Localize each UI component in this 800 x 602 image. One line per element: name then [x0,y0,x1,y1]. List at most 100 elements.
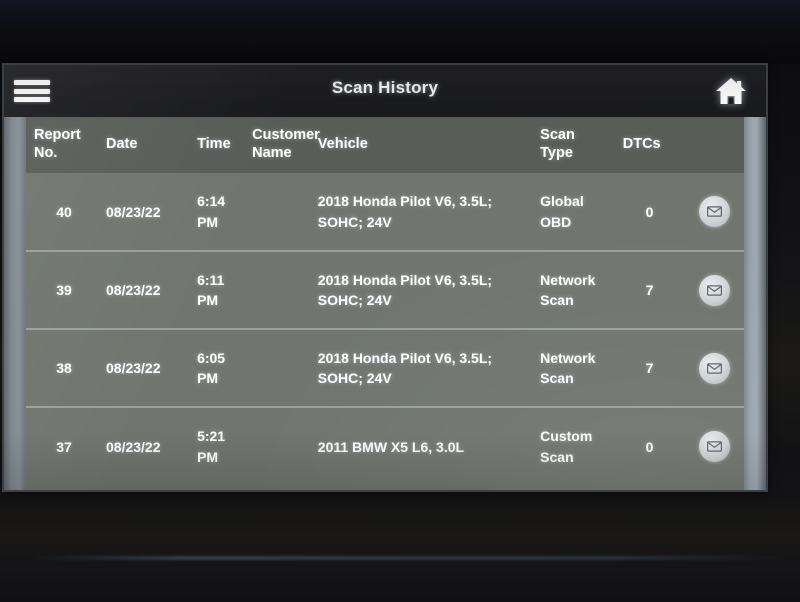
cell-time: 5:21 PM [189,406,245,486]
column-header-report-no[interactable]: Report No. [26,117,98,174]
cell-scan-type: Custom Scan [532,406,615,486]
scan-type-line2: Scan [540,448,574,465]
time-value-line1: 6:05 [197,349,226,366]
header-customer-line2: Name [252,145,292,162]
header-dtcs: DTCs [622,136,661,153]
dtcs-value: 0 [645,438,654,455]
scan-type-line2: Scan [540,370,574,387]
vehicle-value-line1: 2018 Honda Pilot V6, 3.5L; [317,349,493,366]
date-value: 08/23/22 [106,438,161,455]
table-header-row: Report No. Date Time Customer Name Vehic [26,117,744,174]
home-icon[interactable] [714,75,748,107]
vehicle-value-line2: SOHC; 24V [317,213,392,230]
report-no-value: 40 [56,203,72,220]
bezel-highlight-line [30,556,790,560]
time-value-line2: PM [197,370,219,387]
cell-report-no: 37 [26,406,98,486]
cell-report-no: 39 [26,250,98,330]
cell-report-no: 40 [26,173,98,251]
vehicle-value-line2: SOHC; 24V [317,292,392,309]
scan-type-line1: Global [540,193,584,210]
cell-date: 08/23/22 [98,173,189,251]
cell-action[interactable] [680,328,744,408]
scan-history-table: Report No. Date Time Customer Name Vehic [26,117,744,486]
scan-type-line1: Network [540,271,596,288]
vehicle-value-line1: 2011 BMW X5 L6, 3.0L [317,438,465,455]
bezel-top [0,0,800,64]
cell-scan-type: Network Scan [532,328,615,408]
vehicle-value-line2: SOHC; 24V [317,370,392,387]
report-no-value: 37 [56,438,72,455]
table-row[interactable]: 38 08/23/22 6:05 PM 2018 Honda Pilot V6, 3.5… [26,328,744,408]
vehicle-value-line1: 2018 Honda Pilot V6, 3.5L; [317,271,493,288]
cell-time: 6:14 PM [189,173,244,251]
cell-action[interactable] [680,406,744,486]
header-scan-type-line2: Type [540,145,573,162]
scan-type-line2: OBD [540,213,572,230]
dtcs-value: 0 [645,203,654,220]
column-header-action [680,117,744,174]
cell-dtcs: 7 [614,328,681,408]
vertical-scrollbar[interactable] [744,117,766,490]
table-row[interactable]: 37 08/23/22 5:21 PM 2011 BMW X5 L6, 3.0L Cust… [26,406,744,486]
header-report-line2: No. [34,145,58,162]
table-row[interactable]: 40 08/23/22 6:14 PM 2018 Honda Pilot V6, 3.5… [26,173,744,252]
header-scan-type-line1: Scan [540,127,575,143]
column-header-scan-type[interactable]: Scan Type [532,117,615,174]
time-value-line1: 5:21 [197,428,226,445]
cell-time: 6:11 PM [189,250,245,330]
header-report-line1: Report [34,127,81,143]
page-title: Scan History [331,78,439,97]
time-value-line1: 6:14 [197,193,226,210]
bezel-bottom [0,492,800,602]
cell-vehicle: 2018 Honda Pilot V6, 3.5L; SOHC; 24V [309,328,533,408]
report-no-value: 38 [56,360,72,377]
cell-scan-type: Global OBD [532,173,615,251]
time-value-line1: 6:11 [197,271,225,288]
email-envelope-icon[interactable] [698,196,730,228]
cell-vehicle: 2011 BMW X5 L6, 3.0L [309,406,533,486]
cell-customer-name [244,328,310,408]
cell-customer-name [244,173,310,251]
table-row[interactable]: 39 08/23/22 6:11 PM 2018 Honda Pilot V6, 3.5… [26,250,744,330]
scan-history-table-container: Report No. Date Time Customer Name Vehic [4,117,766,490]
cell-action[interactable] [680,173,744,251]
time-value-line2: PM [197,213,219,230]
report-no-value: 39 [56,282,72,299]
dtcs-value: 7 [645,282,654,299]
table-head: Report No. Date Time Customer Name Vehic [26,117,744,174]
email-envelope-icon[interactable] [698,274,730,306]
scan-type-line1: Custom [540,428,593,445]
dtcs-value: 7 [645,360,654,377]
header-vehicle: Vehicle [317,136,368,153]
cell-vehicle: 2018 Honda Pilot V6, 3.5L; SOHC; 24V [309,250,533,330]
cell-date: 08/23/22 [98,250,190,330]
email-envelope-icon[interactable] [698,431,730,463]
tablet-screen: Scan History Report No. Date Time Custom… [4,65,766,490]
cell-report-no: 38 [26,328,98,408]
time-value-line2: PM [197,292,219,309]
column-header-time[interactable]: Time [189,117,245,174]
header-time: Time [197,136,231,153]
email-envelope-icon[interactable] [698,352,730,384]
column-header-dtcs[interactable]: DTCs [614,117,681,174]
header-customer-line1: Customer [252,127,320,143]
header-date: Date [106,136,138,153]
cell-customer-name [244,406,310,486]
column-header-date[interactable]: Date [98,117,190,174]
title-bar: Scan History [4,65,766,117]
column-header-vehicle[interactable]: Vehicle [309,117,533,174]
cell-date: 08/23/22 [98,406,190,486]
time-value-line2: PM [197,448,219,465]
cell-vehicle: 2018 Honda Pilot V6, 3.5L; SOHC; 24V [310,173,532,251]
cell-date: 08/23/22 [98,328,190,408]
scan-type-line1: Network [540,349,596,366]
screen-left-edge [4,117,26,490]
date-value: 08/23/22 [106,203,161,220]
cell-scan-type: Network Scan [532,250,615,330]
date-value: 08/23/22 [106,282,161,299]
cell-action[interactable] [680,250,744,330]
cell-dtcs: 0 [614,406,681,486]
cell-customer-name [244,250,310,330]
column-header-customer-name[interactable]: Customer Name [244,117,320,174]
